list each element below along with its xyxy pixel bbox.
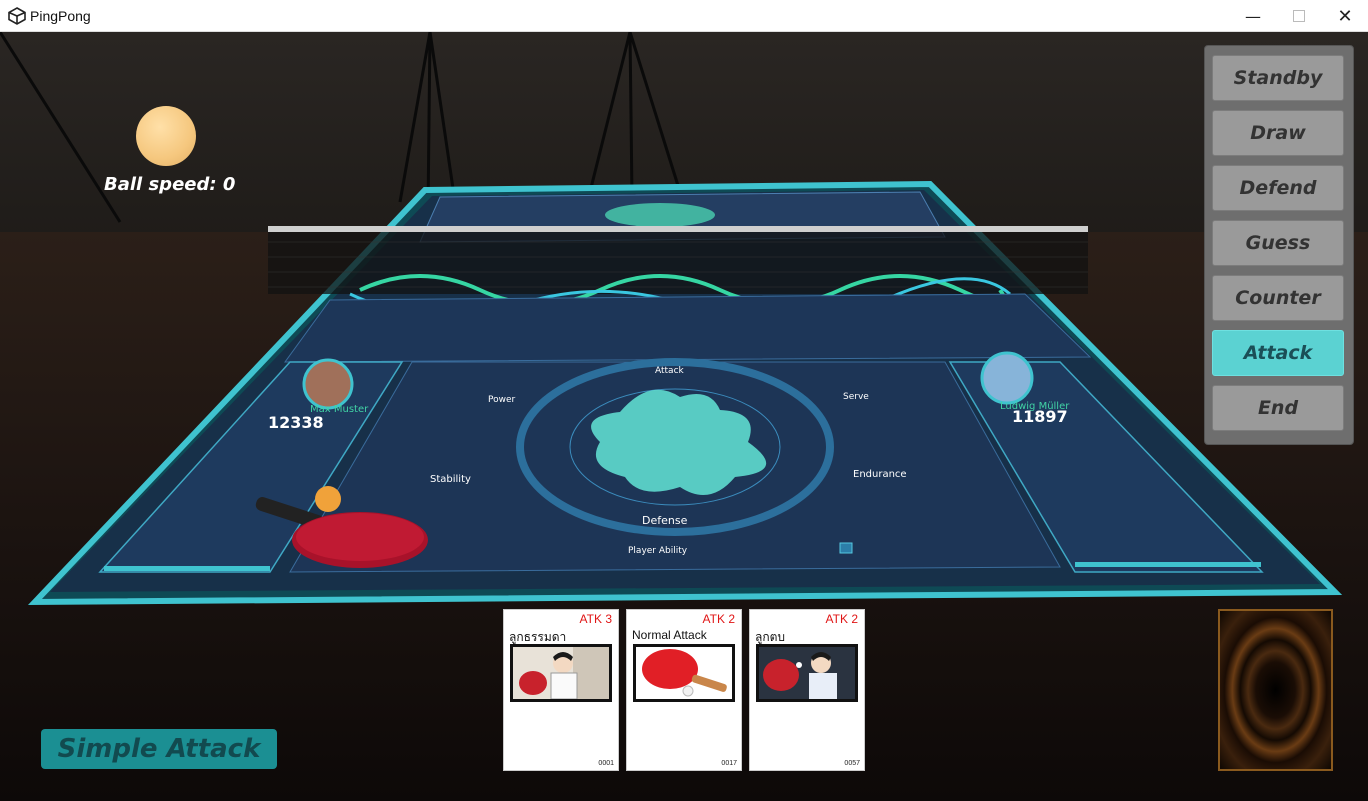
card-atk: ATK 2	[825, 612, 858, 626]
close-button[interactable]: ✕	[1322, 0, 1368, 32]
phase-draw-button[interactable]: Draw	[1212, 110, 1344, 156]
deck-card-back[interactable]	[1218, 609, 1333, 771]
card-number: 0001	[598, 760, 614, 767]
left-player-score: 12338	[268, 413, 324, 432]
player-smash-illustration-icon	[756, 644, 858, 702]
card-atk: ATK 3	[579, 612, 612, 626]
radar-label-left-bottom: Stability	[430, 474, 471, 485]
close-icon: ✕	[1337, 5, 1353, 27]
radar-label-top: Attack	[655, 366, 685, 376]
card-name: Normal Attack	[632, 628, 707, 642]
table-net	[268, 228, 1088, 294]
phase-counter-button[interactable]: Counter	[1212, 275, 1344, 321]
player-serve-illustration-icon	[510, 644, 612, 702]
hand-card[interactable]: ATK 3 ลูกธรรมดา 0001	[503, 609, 619, 771]
window-title: PingPong	[30, 8, 91, 24]
phase-guess-button[interactable]: Guess	[1212, 220, 1344, 266]
radar-footer-label: Player Ability	[628, 546, 688, 556]
ball-speed-text: Ball speed: 0	[104, 174, 236, 195]
radar-label-right-top: Serve	[843, 392, 869, 402]
card-atk: ATK 2	[702, 612, 735, 626]
card-number: 0057	[844, 760, 860, 767]
hand-card[interactable]: ATK 2 Normal Attack 0017	[626, 609, 742, 771]
phase-end-button[interactable]: End	[1212, 385, 1344, 431]
phase-defend-button[interactable]: Defend	[1212, 165, 1344, 211]
radar-label-bottom: Defense	[642, 514, 688, 527]
window-titlebar: PingPong — ✕	[0, 0, 1368, 32]
phase-attack-button[interactable]: Attack	[1212, 330, 1344, 376]
simple-attack-button[interactable]: Simple Attack	[41, 729, 277, 769]
phase-panel: Standby Draw Defend Guess Counter Attack…	[1204, 45, 1354, 445]
game-viewport: Max Muster 12338 Ludwig Müller 11897 Att…	[0, 32, 1368, 801]
ball-indicator	[136, 106, 196, 166]
radar-label-left-top: Power	[488, 395, 516, 405]
minimize-icon: —	[1245, 6, 1261, 26]
phase-standby-button[interactable]: Standby	[1212, 55, 1344, 101]
minimize-button[interactable]: —	[1230, 0, 1276, 32]
maximize-icon	[1293, 10, 1305, 22]
unity-logo-icon	[8, 7, 26, 25]
card-number: 0017	[721, 760, 737, 767]
paddle-and-ball-illustration-icon	[633, 644, 735, 702]
radar-label-right-bottom: Endurance	[853, 469, 907, 480]
hand-card[interactable]: ATK 2 ลูกตบ 0057	[749, 609, 865, 771]
right-player-score: 11897	[1012, 407, 1068, 426]
maximize-button[interactable]	[1276, 0, 1322, 32]
